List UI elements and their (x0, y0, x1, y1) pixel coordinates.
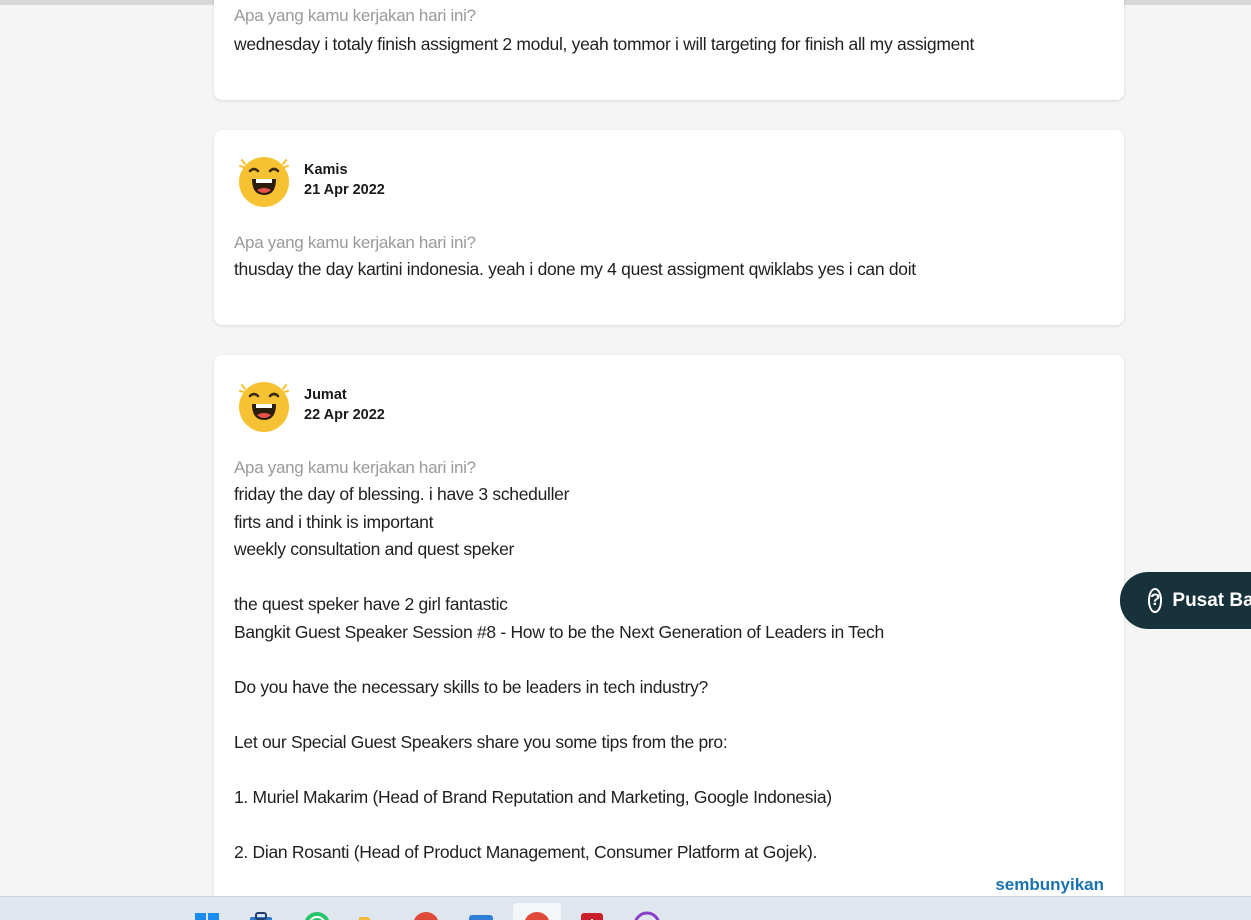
entry-answer: thusday the day kartini indonesia. yeah … (234, 259, 916, 279)
entry-question: Apa yang kamu kerjakan hari ini? (234, 458, 476, 477)
journal-entry-card: Apa yang kamu kerjakan hari ini? wednesd… (214, 0, 1124, 100)
os-taskbar (0, 896, 1251, 920)
help-center-label: Pusat Bantuan (1172, 589, 1251, 611)
question-circle-icon: ? (1148, 588, 1163, 613)
store-icon[interactable] (247, 911, 275, 920)
entry-question: Apa yang kamu kerjakan hari ini? (234, 6, 476, 25)
app-circle-icon[interactable] (633, 911, 661, 920)
laughing-face-icon (239, 157, 289, 207)
file-explorer-icon[interactable] (357, 911, 385, 920)
entry-day: Kamis (304, 162, 348, 178)
entry-answer: wednesday i totaly finish assigment 2 mo… (234, 34, 975, 54)
hide-entry-link[interactable]: sembunyikan (995, 875, 1104, 895)
entry-date: 21 Apr 2022 (304, 182, 385, 198)
entry-question: Apa yang kamu kerjakan hari ini? (234, 233, 476, 252)
app-icon[interactable] (467, 911, 495, 920)
help-center-button[interactable]: ? Pusat Bantuan (1120, 572, 1251, 629)
journal-entry-card: Kamis 21 Apr 2022 Apa yang kamu kerjakan… (214, 130, 1124, 325)
entry-day: Jumat (304, 387, 347, 403)
entry-date: 22 Apr 2022 (304, 407, 385, 423)
chrome-icon[interactable] (412, 911, 440, 920)
entry-answer: friday the day of blessing. i have 3 sch… (234, 484, 884, 862)
laughing-face-icon (239, 382, 289, 432)
chrome-active-icon[interactable] (523, 911, 551, 920)
windows-start-icon[interactable] (193, 911, 221, 920)
whatsapp-icon[interactable] (303, 911, 331, 920)
acrobat-icon[interactable] (578, 911, 606, 920)
journal-entry-card: Jumat 22 Apr 2022 Apa yang kamu kerjakan… (214, 355, 1124, 915)
